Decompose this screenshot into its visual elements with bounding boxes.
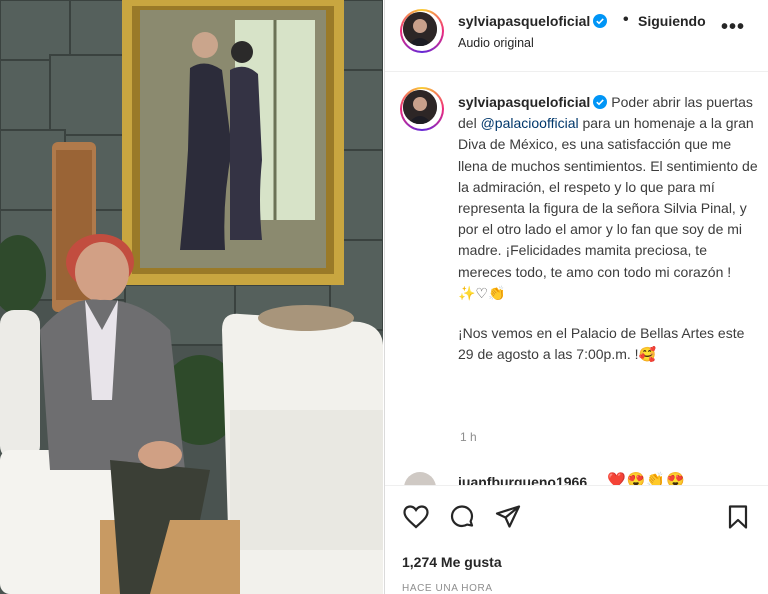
original-audio-link[interactable]: Audio original [458, 36, 534, 50]
comment-item: juanfburgueno1966 ❤️😍👏😍 [385, 470, 768, 485]
profile-avatar[interactable] [400, 9, 444, 53]
verified-badge-icon [593, 95, 608, 109]
comments-scroll-area[interactable]: sylviapasqueloficial Poder abrir las puer… [385, 73, 768, 485]
post-date[interactable]: HACE UNA HORA [402, 583, 493, 594]
following-button[interactable]: Siguiendo [638, 13, 710, 29]
caption-timestamp[interactable]: 1 h [460, 430, 477, 444]
more-options-icon[interactable]: ••• [721, 17, 749, 40]
post-video[interactable] [0, 0, 383, 594]
comment-icon[interactable] [448, 503, 476, 531]
avatar-image [403, 12, 437, 46]
caption-text-part2: para un homenaje a la gran Diva de Méxic… [458, 115, 758, 301]
verified-badge-icon [593, 14, 608, 28]
heart-icon[interactable] [402, 503, 430, 531]
commenter-avatar[interactable] [404, 472, 436, 485]
post-details-panel: sylviapasqueloficial • Siguiendo Audio o… [384, 0, 768, 594]
video-frame [0, 0, 383, 594]
profile-username-link[interactable]: sylviapasqueloficial [458, 13, 608, 29]
caption-avatar[interactable] [400, 87, 444, 131]
likes-count[interactable]: 1,274 Me gusta [402, 554, 502, 570]
mention-link[interactable]: @palacioofficial [481, 115, 579, 131]
avatar-image [403, 90, 437, 124]
separator-dot: • [623, 11, 629, 28]
caption-username[interactable]: sylviapasqueloficial [458, 94, 590, 110]
bookmark-icon[interactable] [724, 503, 752, 531]
action-bar: 1,274 Me gusta HACE UNA HORA [385, 485, 768, 594]
post-caption: sylviapasqueloficial Poder abrir las puer… [458, 92, 758, 365]
post-header: sylviapasqueloficial • Siguiendo Audio o… [385, 0, 768, 72]
share-icon[interactable] [494, 503, 522, 531]
username-text: sylviapasqueloficial [458, 13, 591, 29]
caption-text-part3: ¡Nos vemos en el Palacio de Bellas Artes… [458, 325, 745, 363]
commenter-username[interactable]: juanfburgueno1966 [458, 474, 587, 485]
comment-text: ❤️😍👏😍 [607, 472, 686, 485]
